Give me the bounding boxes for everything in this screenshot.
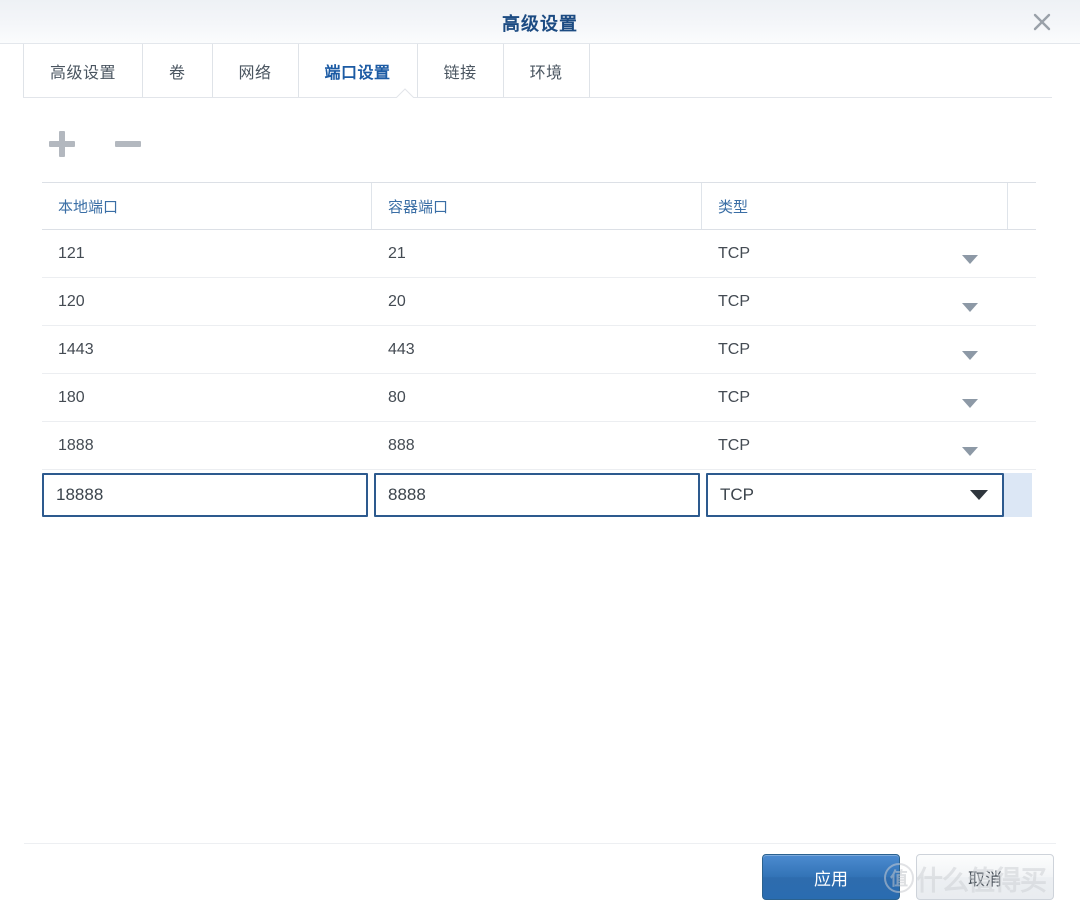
minus-icon (115, 141, 141, 147)
column-header-label: 本地端口 (58, 198, 119, 216)
cell-local-port[interactable]: 1888 (42, 422, 372, 469)
cell-spare (1008, 278, 1036, 325)
chevron-down-icon[interactable] (962, 347, 978, 365)
tab-label: 卷 (169, 64, 186, 82)
chevron-down-icon[interactable] (962, 443, 978, 461)
type-dropdown[interactable]: TCP (706, 473, 1004, 517)
tab-list: 高级设置 卷 网络 端口设置 链接 环境 (23, 44, 590, 97)
tab-environment[interactable]: 环境 (504, 44, 590, 97)
selected-cell-indicator (1004, 473, 1032, 517)
dialog-titlebar: 高级设置 (0, 0, 1080, 44)
tab-label: 高级设置 (50, 64, 117, 82)
tab-label: 链接 (443, 64, 477, 82)
tab-strip: 高级设置 卷 网络 端口设置 链接 环境 (0, 44, 1080, 99)
grid-column-header-spare (1008, 183, 1036, 229)
cell-container-port[interactable]: 21 (372, 230, 702, 277)
add-port-button[interactable] (42, 124, 82, 164)
cell-type-label: TCP (718, 292, 750, 310)
table-row[interactable]: 1888 888 TCP (42, 422, 1036, 470)
grid-column-header-container-port[interactable]: 容器端口 (372, 183, 702, 229)
column-header-label: 类型 (718, 198, 749, 216)
cell-spare (1008, 230, 1036, 277)
cell-type[interactable]: TCP (702, 230, 1008, 277)
tab-underline (23, 97, 1052, 98)
close-icon[interactable] (1026, 6, 1058, 38)
table-row[interactable]: 180 80 TCP (42, 374, 1036, 422)
grid-column-header-type[interactable]: 类型 (702, 183, 1008, 229)
dialog-title: 高级设置 (502, 14, 578, 34)
table-row[interactable]: 1443 443 TCP (42, 326, 1036, 374)
footer-actions: 应用 取消 (762, 854, 1054, 900)
cell-type[interactable]: TCP (702, 326, 1008, 373)
grid-column-header-local-port[interactable]: 本地端口 (42, 183, 372, 229)
tab-label: 环境 (529, 64, 563, 82)
cell-container-port[interactable]: 20 (372, 278, 702, 325)
cell-type-label: TCP (718, 244, 750, 262)
column-header-label: 容器端口 (388, 198, 449, 216)
local-port-input[interactable]: 18888 (42, 473, 368, 517)
cell-local-port[interactable]: 121 (42, 230, 372, 277)
container-port-input[interactable]: 8888 (374, 473, 700, 517)
plus-icon (49, 131, 75, 157)
cancel-button[interactable]: 取消 (916, 854, 1054, 900)
chevron-down-icon[interactable] (962, 395, 978, 413)
remove-port-button[interactable] (108, 124, 148, 164)
table-row-editing[interactable]: 18888 8888 TCP (42, 470, 1036, 519)
cell-type-label: TCP (718, 340, 750, 358)
tab-advanced-settings[interactable]: 高级设置 (24, 44, 144, 97)
tab-label: 网络 (238, 64, 272, 82)
cell-local-port[interactable]: 180 (42, 374, 372, 421)
cell-container-port[interactable]: 888 (372, 422, 702, 469)
table-row[interactable]: 120 20 TCP (42, 278, 1036, 326)
cell-local-port[interactable]: 120 (42, 278, 372, 325)
chevron-down-icon[interactable] (962, 251, 978, 269)
chevron-down-icon[interactable] (970, 485, 988, 505)
tab-label: 端口设置 (324, 64, 391, 82)
cell-container-port[interactable]: 80 (372, 374, 702, 421)
advanced-settings-dialog: 高级设置 高级设置 卷 网络 端口设置 链接 环境 本地端口 容器端口 类型 1… (0, 0, 1080, 910)
cell-type-label: TCP (718, 388, 750, 406)
cell-type[interactable]: TCP (702, 278, 1008, 325)
type-dropdown-value: TCP (720, 485, 754, 504)
cell-type-label: TCP (718, 436, 750, 454)
cell-local-port[interactable]: 1443 (42, 326, 372, 373)
port-settings-grid: 本地端口 容器端口 类型 121 21 TCP 120 20 TCP 1443 … (42, 182, 1036, 519)
tab-network[interactable]: 网络 (213, 44, 299, 97)
cell-spare (1008, 422, 1036, 469)
cell-container-port[interactable]: 443 (372, 326, 702, 373)
cell-type[interactable]: TCP (702, 374, 1008, 421)
tab-volume[interactable]: 卷 (143, 44, 213, 97)
cell-spare (1008, 326, 1036, 373)
table-row[interactable]: 121 21 TCP (42, 230, 1036, 278)
chevron-down-icon[interactable] (962, 299, 978, 317)
grid-header-row: 本地端口 容器端口 类型 (42, 182, 1036, 230)
active-tab-caret-icon (396, 88, 414, 98)
dialog-footer: 应用 取消 (0, 844, 1080, 910)
cell-spare (1008, 374, 1036, 421)
apply-button[interactable]: 应用 (762, 854, 900, 900)
cell-type[interactable]: TCP (702, 422, 1008, 469)
tab-links[interactable]: 链接 (418, 44, 504, 97)
grid-toolbar (42, 118, 148, 170)
